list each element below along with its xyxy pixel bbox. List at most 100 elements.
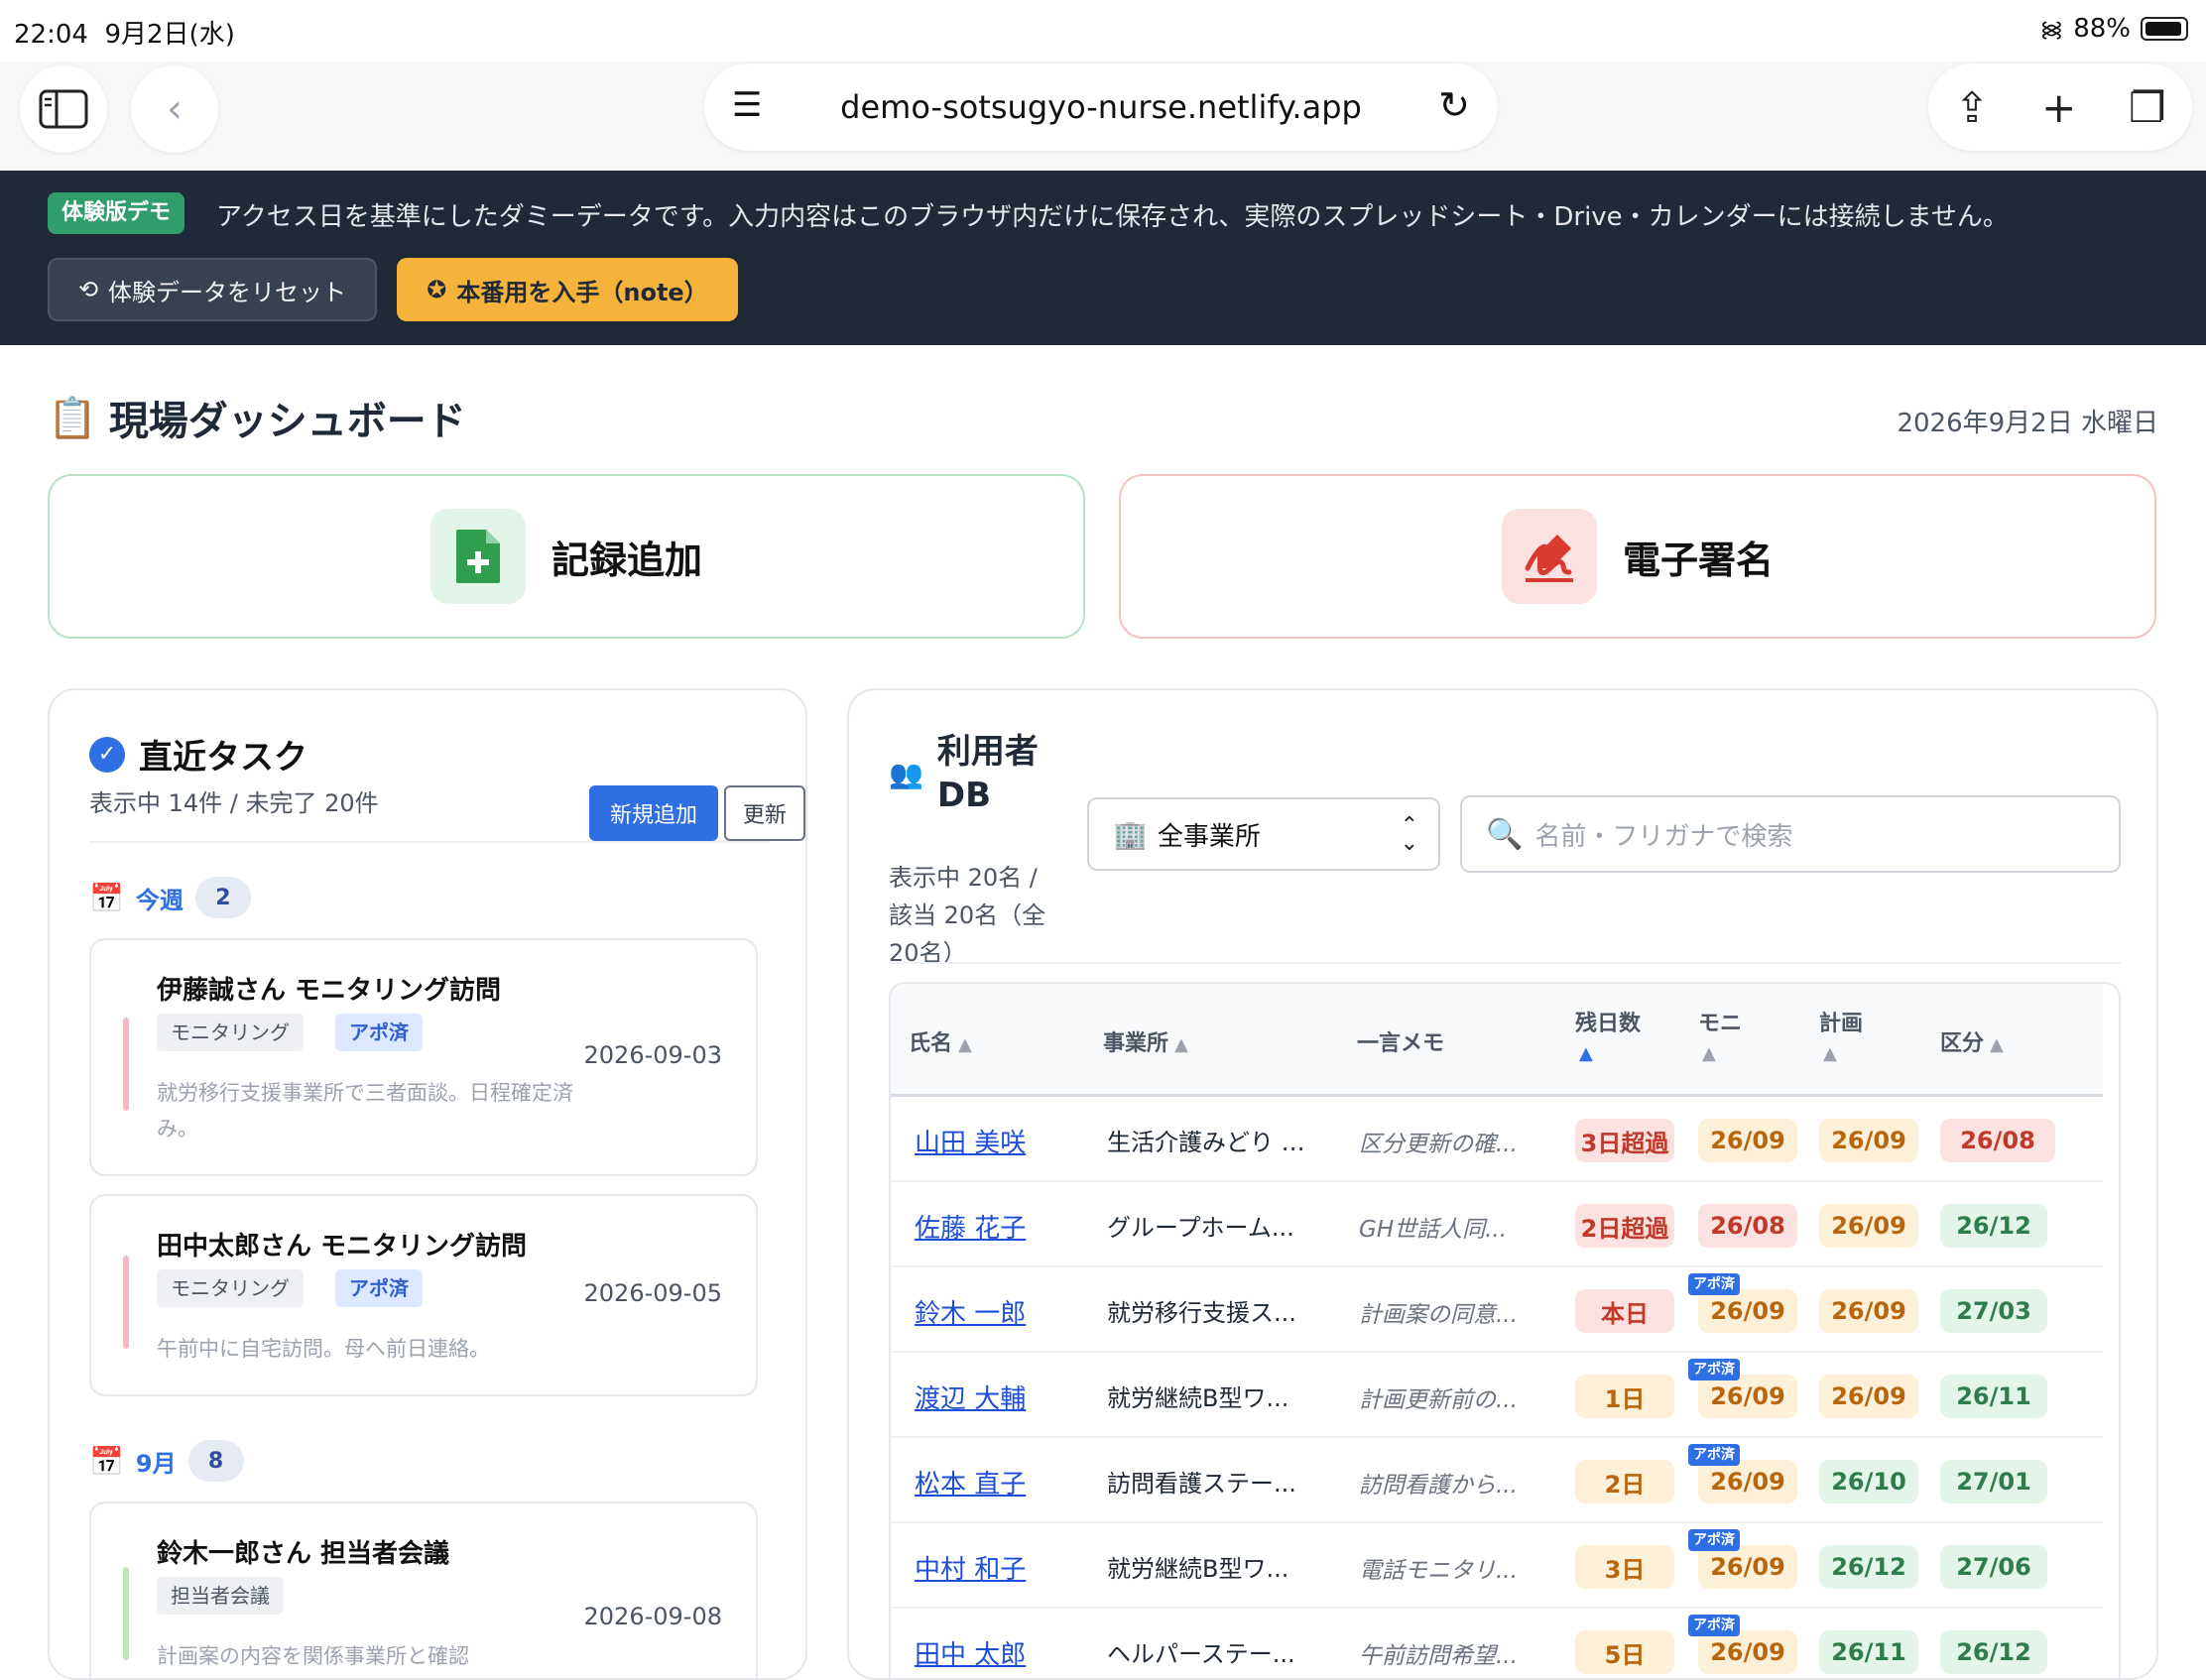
task-card[interactable]: 鈴木一郎さん 担当者会議 担当者会議 2026-09-08 計画案の内容を関係事… [89, 1501, 758, 1678]
reload-icon[interactable]: ↻ [1438, 83, 1470, 127]
task-note: 計画案の内容を関係事業所と確認 [157, 1644, 469, 1668]
task-card[interactable]: 田中太郎さん モニタリング訪問 モニタリング アポ済 2026-09-05 午前… [89, 1194, 758, 1396]
refresh-tasks-button[interactable]: 更新 [724, 785, 805, 841]
page-title: 📋 現場ダッシュボード [48, 395, 466, 445]
browser-actions: ⇪ + ❐ [1928, 63, 2192, 151]
remaining-days-chip: 本日 [1575, 1289, 1674, 1333]
user-office: 就労継続B型ワ... [1107, 1555, 1289, 1583]
col-header-name[interactable]: 氏名 ▲ [909, 1025, 972, 1057]
user-name-link[interactable]: 中村 和子 [915, 1549, 1026, 1586]
demo-notice-text: アクセス日を基準にしたダミーデータです。入力内容はこのブラウザ内だけに保存され、… [216, 202, 2009, 232]
table-row[interactable]: 松本 直子 訪問看護ステー... 訪問看護から... 2日 26/09 アポ済 … [891, 1438, 2103, 1523]
user-office: 生活介護みどり … [1107, 1129, 1305, 1156]
user-office: 訪問看護ステー... [1107, 1470, 1296, 1498]
user-office: グループホーム... [1107, 1214, 1294, 1242]
tasks-divider [89, 841, 770, 843]
plan-chip: 26/10 [1819, 1460, 1918, 1503]
sidebar-toggle-button[interactable] [20, 65, 107, 153]
category-chip: 26/12 [1940, 1204, 2047, 1248]
table-row[interactable]: 鈴木 一郎 就労移行支援ス... 計画案の同意... 本日 26/09 アポ済 … [891, 1267, 2103, 1353]
task-tag: モニタリング [157, 1014, 304, 1051]
table-row[interactable]: 田中 太郎 ヘルパーステー... 午前訪問希望... 5日 26/09 アポ済 … [891, 1609, 2103, 1678]
task-card[interactable]: 伊藤誠さん モニタリング訪問 モニタリング アポ済 2026-09-03 就労移… [89, 938, 758, 1176]
page-menu-icon: ☰ [732, 85, 763, 125]
check-circle-icon: ✓ [89, 736, 125, 773]
user-name-link[interactable]: 佐藤 花子 [915, 1208, 1026, 1245]
reset-icon: ⟲ [77, 276, 99, 303]
user-name-link[interactable]: 鈴木 一郎 [915, 1293, 1026, 1330]
sort-arrow-icon: ▲ [958, 1034, 972, 1055]
battery-percent: 88% [2073, 14, 2131, 44]
office-filter-select[interactable]: 🏢 全事業所 ⌃ ⌄ [1087, 797, 1440, 871]
task-date: 2026-09-05 [583, 1279, 722, 1307]
browser-toolbar: ‹ ☰ demo-sotsugyo-nurse.netlify.app ↻ ⇪ … [0, 61, 2206, 171]
building-icon: 🏢 [1113, 817, 1148, 851]
address-bar[interactable]: ☰ demo-sotsugyo-nurse.netlify.app ↻ [704, 63, 1498, 151]
remaining-days-chip: 2日 [1575, 1460, 1674, 1503]
demo-banner: 体験版デモ アクセス日を基準にしたダミーデータです。入力内容はこのブラウザ内だけ… [0, 171, 2206, 345]
back-button[interactable]: ‹ [131, 65, 218, 153]
sort-arrow-icon: ▲ [1990, 1034, 2004, 1055]
status-indicators: ᯼ 88% [2040, 14, 2188, 44]
count-badge: 8 [187, 1440, 244, 1482]
remaining-days-chip: 5日 [1575, 1630, 1674, 1674]
col-header-plan[interactable]: 計画 ▲ [1819, 1006, 1863, 1064]
clipboard-icon: 📋 [48, 395, 97, 441]
search-placeholder: 名前・フリガナで検索 [1534, 821, 1793, 852]
table-row[interactable]: 中村 和子 就労継続B型ワ... 電話モニタリ... 3日 26/09 アポ済 … [891, 1523, 2103, 1609]
new-tab-icon[interactable]: + [2041, 83, 2076, 132]
user-name-link[interactable]: 山田 美咲 [915, 1123, 1026, 1159]
e-signature-icon-box [1501, 509, 1597, 604]
add-record-button[interactable]: 記録追加 [48, 474, 1085, 639]
task-status-bar [123, 1256, 129, 1349]
wifi-icon: ᯼ [2039, 18, 2064, 43]
user-office: 就労継続B型ワ... [1107, 1384, 1289, 1412]
tabs-icon[interactable]: ❐ [2129, 83, 2166, 132]
task-title: 伊藤誠さん モニタリング訪問 [157, 976, 502, 1006]
monitoring-chip: 26/09 [1698, 1545, 1797, 1589]
col-header-office[interactable]: 事業所 ▲ [1103, 1025, 1188, 1057]
user-memo: 訪問看護から... [1359, 1473, 1518, 1499]
apo-badge: アポ済 [1688, 1273, 1740, 1295]
task-note: 就労移行支援事業所で三者面談。日程確定済み。 [157, 1081, 573, 1140]
plan-chip: 26/11 [1819, 1630, 1918, 1674]
table-row[interactable]: 渡辺 大輔 就労継続B型ワ... 計画更新前の... 1日 26/09 アポ済 … [891, 1353, 2103, 1438]
user-name-link[interactable]: 田中 太郎 [915, 1634, 1026, 1671]
new-task-button[interactable]: 新規追加 [589, 785, 718, 841]
reset-demo-button[interactable]: ⟲ 体験データをリセット [48, 258, 377, 321]
col-header-monitoring[interactable]: モニ ▲ [1698, 1006, 1742, 1064]
status-bar: 22:04 9月2日(水) ᯼ 88% [0, 0, 2206, 61]
task-tag-apo: アポ済 [335, 1014, 423, 1051]
plan-chip: 26/09 [1819, 1204, 1918, 1248]
share-icon[interactable]: ⇪ [1954, 83, 1989, 132]
user-db-title: 利用者DB [936, 732, 1039, 815]
col-header-memo: 一言メモ [1357, 1031, 1445, 1056]
col-header-category[interactable]: 区分 ▲ [1940, 1025, 2004, 1057]
category-chip: 27/01 [1940, 1460, 2047, 1503]
chevron-left-icon: ‹ [167, 86, 183, 132]
user-table-header: 氏名 ▲ 事業所 ▲ 一言メモ 残日数 ▲ モニ ▲ 計画 ▲ 区分 ▲ [891, 984, 2103, 1097]
calendar-icon: 📅 [89, 1444, 124, 1478]
signature-icon [1525, 535, 1573, 582]
task-tag: モニタリング [157, 1269, 304, 1307]
select-arrows-icon: ⌃ ⌄ [1400, 813, 1418, 856]
url-text: demo-sotsugyo-nurse.netlify.app [840, 88, 1362, 126]
user-db-divider [889, 962, 2121, 964]
tasks-title: 直近タスク [139, 738, 307, 778]
task-tag: 担当者会議 [157, 1577, 284, 1615]
e-signature-button[interactable]: 電子署名 [1119, 474, 2156, 639]
get-production-button[interactable]: ✪ 本番用を入手（note） [397, 258, 738, 321]
user-name-link[interactable]: 渡辺 大輔 [915, 1379, 1026, 1415]
table-row[interactable]: 山田 美咲 生活介護みどり … 区分更新の確... 3日超過 26/09 26/… [891, 1097, 2103, 1182]
table-row[interactable]: 佐藤 花子 グループホーム... GH世話人同... 2日超過 26/08 26… [891, 1182, 2103, 1267]
user-name-link[interactable]: 松本 直子 [915, 1464, 1026, 1500]
status-time: 22:04 9月2日(水) [14, 20, 235, 50]
user-search-input[interactable]: 🔍 名前・フリガナで検索 [1460, 795, 2121, 873]
apo-badge: アポ済 [1688, 1444, 1740, 1466]
col-header-remaining[interactable]: 残日数 ▲ [1575, 1006, 1641, 1064]
monitoring-chip: 26/09 [1698, 1630, 1797, 1674]
remaining-days-chip: 3日超過 [1575, 1119, 1674, 1162]
task-date: 2026-09-03 [583, 1041, 722, 1069]
task-group-this-week: 📅 今週 2 [89, 877, 251, 918]
monitoring-chip: 26/09 [1698, 1375, 1797, 1418]
